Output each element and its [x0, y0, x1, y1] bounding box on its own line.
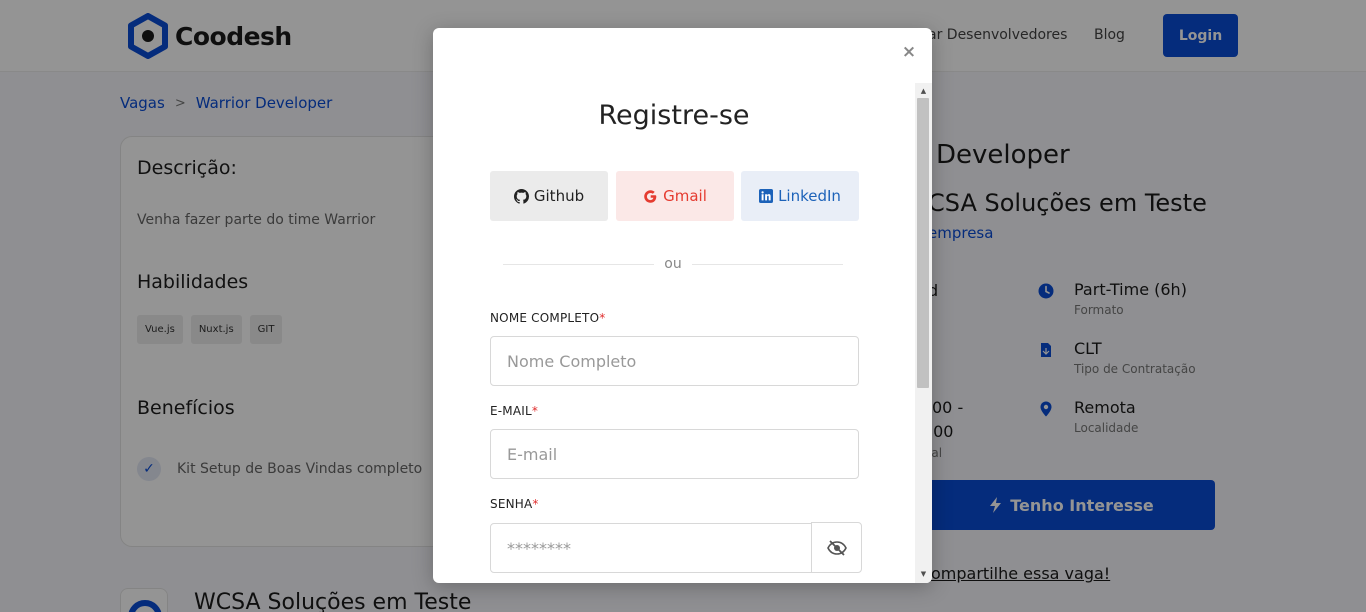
gmail-button-label: Gmail [663, 187, 707, 205]
name-label-text: NOME COMPLETO [490, 311, 600, 325]
name-label: NOME COMPLETO* [490, 311, 605, 325]
password-label-text: SENHA [490, 497, 533, 511]
linkedin-button[interactable]: LinkedIn [741, 171, 859, 221]
register-modal: × Registre-se Github Gmail LinkedIn ou N… [433, 28, 932, 583]
close-icon[interactable]: × [899, 42, 919, 62]
scroll-down-arrow-icon[interactable]: ▼ [915, 568, 932, 580]
or-divider: ou [503, 256, 844, 272]
github-button[interactable]: Github [490, 171, 608, 221]
github-button-label: Github [533, 187, 585, 205]
required-mark: * [531, 404, 539, 418]
email-input[interactable] [490, 429, 859, 479]
toggle-password-button[interactable] [811, 522, 862, 573]
linkedin-icon [759, 189, 774, 203]
google-icon [644, 189, 657, 203]
eye-slash-icon [826, 539, 847, 556]
modal-title: Registre-se [598, 100, 750, 131]
modal-scrollbar[interactable]: ▲ ▼ [915, 83, 932, 583]
password-input[interactable] [490, 523, 812, 573]
full-name-input[interactable] [490, 336, 859, 386]
email-label: E-MAIL* [490, 404, 538, 418]
scroll-up-arrow-icon[interactable]: ▲ [915, 85, 932, 97]
gmail-button[interactable]: Gmail [616, 171, 734, 221]
required-mark: * [599, 311, 606, 325]
required-mark: * [532, 497, 539, 511]
password-label: SENHA* [490, 497, 539, 511]
email-label-text: E-MAIL [490, 404, 532, 418]
or-text: ou [664, 256, 682, 272]
scroll-thumb[interactable] [917, 98, 929, 388]
divider-line [503, 263, 655, 265]
github-icon [513, 188, 529, 204]
linkedin-button-label: LinkedIn [778, 187, 841, 205]
divider-line [691, 263, 844, 265]
